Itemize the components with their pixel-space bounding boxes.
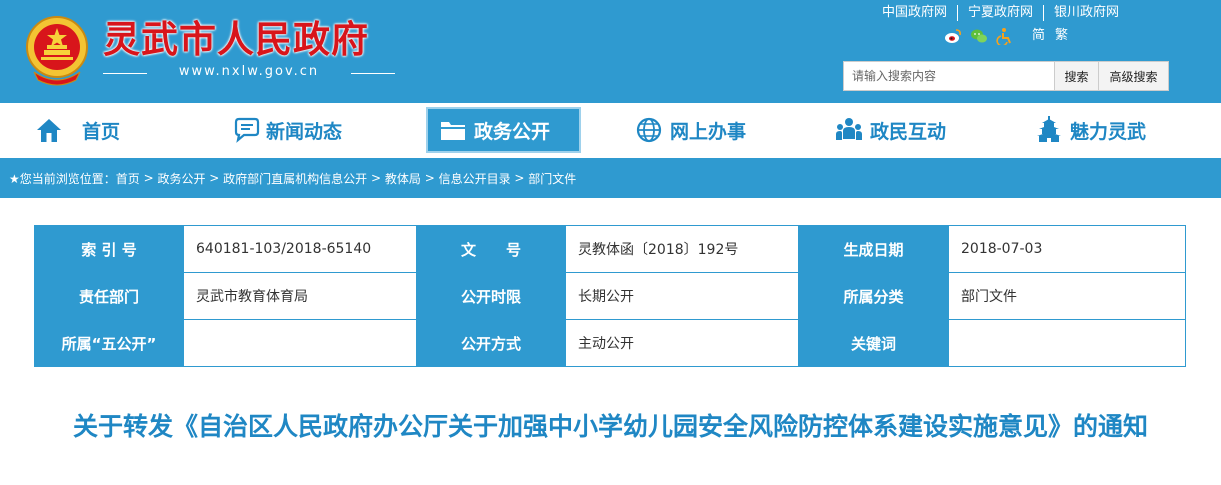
main-nav: 首页 新闻动态 政务公开 网上办事 政民互动 魅力灵武 [0, 103, 1221, 157]
pagoda-icon [1037, 116, 1061, 142]
people-icon [836, 118, 862, 140]
nav-label: 政民互动 [870, 120, 947, 143]
wechat-icon[interactable] [970, 27, 988, 45]
nav-item-news[interactable]: 新闻动态 [232, 103, 342, 157]
breadcrumb-separator: > [367, 171, 385, 185]
nav-item-charm-lingwu[interactable]: 魅力灵武 [1034, 103, 1146, 157]
breadcrumb-item-education-bureau[interactable]: 教体局 [385, 170, 421, 187]
info-value-department: 灵武市教育体育局 [183, 272, 417, 320]
breadcrumb-separator: > [420, 171, 439, 185]
info-value-keywords [948, 319, 1186, 367]
info-value-five-public [183, 319, 417, 367]
nav-label: 网上办事 [670, 120, 747, 143]
info-key-five-public: 所属“五公开” [34, 319, 184, 367]
breadcrumb-item-departments[interactable]: 政府部门直属机构信息公开 [223, 170, 367, 187]
folder-icon [441, 122, 465, 140]
document-title: 关于转发《自治区人民政府办公厅关于加强中小学幼儿园安全风险防控体系建设实施意见》… [72, 412, 1148, 441]
nav-item-gov-affairs[interactable]: 政务公开 [426, 107, 581, 153]
breadcrumb-item-gov-affairs[interactable]: 政务公开 [157, 170, 205, 187]
breadcrumb-separator: > [510, 171, 529, 185]
breadcrumb-item-home[interactable]: 首页 [116, 170, 140, 187]
lang-traditional-link[interactable]: 繁 [1055, 27, 1068, 45]
top-link-central-gov[interactable]: 中国政府网 [872, 5, 957, 21]
breadcrumb: ★您当前浏览位置： 首页 > 政务公开 > 政府部门直属机构信息公开 > 教体局… [0, 158, 1221, 198]
search-input[interactable] [844, 62, 1054, 90]
breadcrumb-item-dept-docs[interactable]: 部门文件 [528, 170, 576, 187]
info-key-period: 公开时限 [416, 272, 566, 320]
tool-row: 简 繁 [944, 27, 1068, 45]
table-row: 责任部门 灵武市教育体育局 公开时限 长期公开 所属分类 部门文件 [34, 272, 1186, 320]
nav-label: 新闻动态 [266, 120, 343, 143]
site-url: www.nxlw.gov.cn [103, 63, 395, 81]
home-icon [37, 119, 61, 142]
lang-simplified-link[interactable]: 简 [1032, 27, 1045, 45]
nav-item-interaction[interactable]: 政民互动 [834, 103, 946, 157]
site-title[interactable]: 灵武市人民政府 [103, 16, 369, 62]
globe-icon [636, 117, 662, 143]
info-key-keywords: 关键词 [798, 319, 949, 367]
national-emblem-icon[interactable] [24, 14, 90, 88]
table-row: 所属“五公开” 公开方式 主动公开 关键词 [34, 319, 1186, 367]
info-value-period: 长期公开 [565, 272, 799, 320]
info-key-index: 索 引 号 [34, 225, 184, 273]
info-key-method: 公开方式 [416, 319, 566, 367]
info-key-date: 生成日期 [798, 225, 949, 273]
document-info-table: 索 引 号 640181-103/2018-65140 文 号 灵教体函〔201… [34, 225, 1186, 367]
nav-label: 政务公开 [474, 120, 551, 143]
nav-item-online-services[interactable]: 网上办事 [634, 103, 746, 157]
advanced-search-button[interactable]: 高级搜索 [1098, 62, 1168, 90]
info-value-index: 640181-103/2018-65140 [183, 225, 417, 273]
info-value-date: 2018-07-03 [948, 225, 1186, 273]
table-row: 索 引 号 640181-103/2018-65140 文 号 灵教体函〔201… [34, 225, 1186, 273]
top-link-yinchuan-gov[interactable]: 银川政府网 [1043, 5, 1129, 21]
info-value-category: 部门文件 [948, 272, 1186, 320]
accessibility-icon[interactable] [996, 27, 1014, 45]
search-box: 搜索 高级搜索 [843, 61, 1169, 91]
chat-bubble-icon [234, 117, 260, 143]
info-key-department: 责任部门 [34, 272, 184, 320]
top-links: 中国政府网 宁夏政府网 银川政府网 [872, 4, 1129, 22]
nav-item-home[interactable]: 首页 [34, 103, 120, 157]
top-link-ningxia-gov[interactable]: 宁夏政府网 [957, 5, 1043, 21]
nav-label: 首页 [82, 120, 121, 143]
nav-label: 魅力灵武 [1070, 120, 1147, 143]
info-value-doc-number: 灵教体函〔2018〕192号 [565, 225, 799, 273]
search-button[interactable]: 搜索 [1054, 62, 1098, 90]
breadcrumb-separator: > [205, 171, 224, 185]
info-value-method: 主动公开 [565, 319, 799, 367]
site-header: 灵武市人民政府 www.nxlw.gov.cn 中国政府网 宁夏政府网 银川政府… [0, 0, 1221, 103]
breadcrumb-separator: > [139, 171, 158, 185]
info-key-doc-number: 文 号 [416, 225, 566, 273]
info-key-category: 所属分类 [798, 272, 949, 320]
breadcrumb-item-catalog[interactable]: 信息公开目录 [439, 170, 511, 187]
breadcrumb-prefix: ★您当前浏览位置： [9, 171, 116, 186]
weibo-icon[interactable] [944, 27, 962, 45]
